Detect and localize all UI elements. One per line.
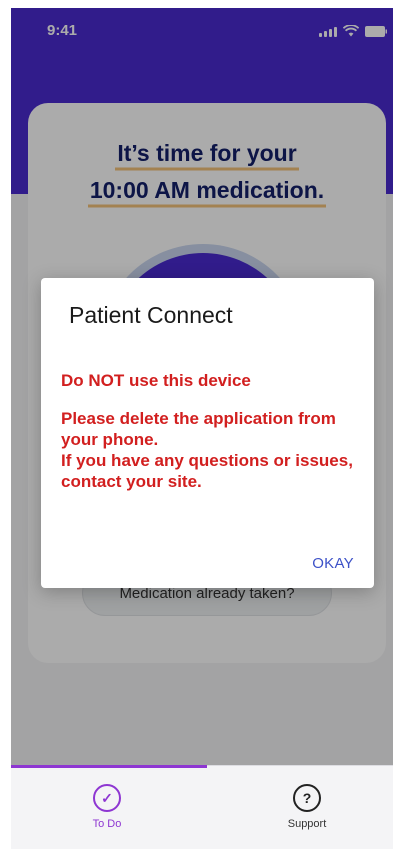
check-circle-icon: ✓ bbox=[93, 784, 121, 812]
tab-support-label: Support bbox=[287, 818, 327, 830]
tab-todo-label: To Do bbox=[92, 818, 122, 830]
tab-bar: ✓ To Do ? Support bbox=[11, 765, 393, 849]
dialog-message: Do NOT use this device Please delete the… bbox=[61, 370, 366, 492]
alert-dialog: Patient Connect Do NOT use this device P… bbox=[41, 278, 374, 588]
dialog-title: Patient Connect bbox=[69, 302, 233, 328]
okay-button[interactable]: OKAY bbox=[312, 555, 354, 572]
tab-todo[interactable]: ✓ To Do bbox=[47, 784, 167, 830]
dialog-delete-line: Please delete the application from your … bbox=[61, 409, 336, 449]
question-circle-icon: ? bbox=[293, 784, 321, 812]
dialog-contact-line: If you have any questions or issues, con… bbox=[61, 451, 353, 491]
tab-support[interactable]: ? Support bbox=[247, 784, 367, 830]
active-tab-indicator bbox=[11, 765, 207, 768]
dialog-warning-line: Do NOT use this device bbox=[61, 371, 251, 390]
